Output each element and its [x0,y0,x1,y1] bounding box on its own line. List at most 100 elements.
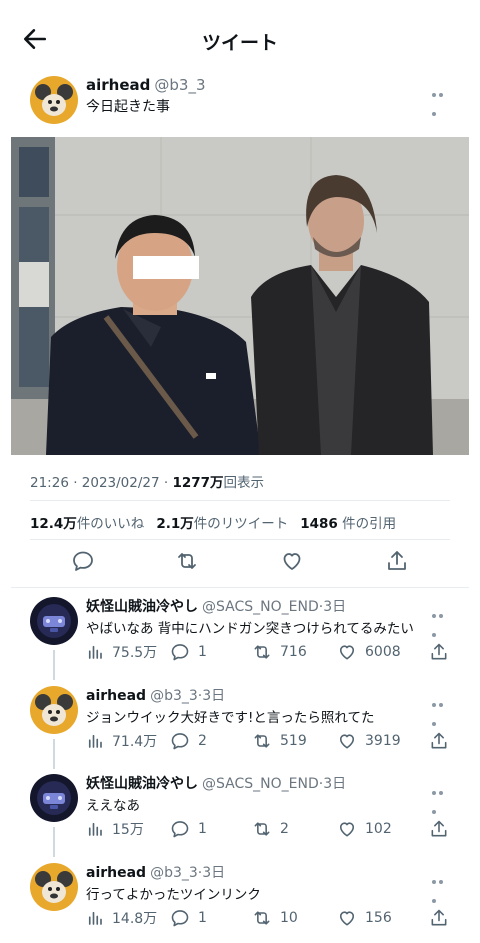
reply-tweet[interactable]: 妖怪山賊油冷やし @SACS_NO_END·3日 やばいなあ 背中にハンドガン突き… [0,587,480,675]
reply-author-handle[interactable]: @b3_3·3日 [150,865,225,881]
views-action[interactable]: 14.8万 [86,908,157,928]
views-icon [88,645,102,659]
tweet-date: 2023/02/27 [81,475,160,491]
retweet-label[interactable]: 件のリツイート [194,516,289,532]
author-handle[interactable]: @b3_3 [154,76,205,94]
avatar[interactable] [30,774,78,822]
share-action[interactable] [429,908,449,928]
reply-author-handle[interactable]: @SACS_NO_END·3日 [202,599,346,615]
retweet-icon [254,734,270,748]
like-count[interactable]: 12.4万 [30,516,77,532]
reply-icon [171,644,189,661]
reply-text: やばいなあ 背中にハンドガン突きつけられてるみたい [86,621,414,637]
views-icon [88,911,102,925]
share-icon[interactable] [385,549,409,573]
views-action[interactable]: 71.4万 [86,731,157,751]
reply-count: 1 [198,644,207,660]
retweet-icon[interactable] [175,549,199,573]
quote-count[interactable]: 1486 [300,516,338,532]
share-icon [431,643,447,660]
like-action[interactable]: 3919 [337,731,401,751]
more-options-icon[interactable] [432,869,452,903]
reply-author-name[interactable]: airhead [86,688,146,704]
avatar[interactable] [30,863,78,911]
like-action[interactable]: 156 [337,908,392,928]
mouse-avatar-icon [30,686,78,734]
like-heart-icon [339,911,355,926]
reply-action[interactable]: 1 [170,819,207,839]
tweet-photo[interactable] [11,137,469,455]
avatar[interactable] [30,76,78,124]
reply-tweet[interactable]: airhead @b3_3·3日 ジョンウイック大好きです!と言ったら照れてた 7… [0,676,480,764]
like-action[interactable]: 102 [337,819,392,839]
tweet-stats: 12.4万件のいいね 2.1万件のリツイート 1486 件の引用 [30,512,396,532]
retweet-action[interactable]: 2 [252,819,289,839]
reply-author-name[interactable]: 妖怪山賊油冷やし [86,776,198,792]
tweet-text: 今日起きた事 [86,99,170,115]
dark-avatar-icon [30,774,78,822]
views-count: 75.5万 [112,645,158,661]
reply-count: 1 [198,821,207,837]
share-icon [431,820,447,837]
like-heart-icon [339,734,355,749]
like-count: 102 [365,821,392,837]
reply-tweet[interactable]: airhead @b3_3·3日 行ってよかったツインリンク 14.8万 1 10… [0,853,480,941]
retweet-count[interactable]: 2.1万 [156,516,193,532]
share-icon [431,909,447,926]
author-name[interactable]: airhead [86,76,150,94]
like-heart-icon [339,822,355,837]
like-count: 156 [365,910,392,926]
like-count: 3919 [365,733,401,749]
retweet-count: 10 [280,910,298,926]
views-action[interactable]: 15万 [86,819,144,839]
more-options-icon[interactable] [432,780,452,814]
reply-text: 行ってよかったツインリンク [86,887,261,903]
more-options-icon[interactable] [432,82,452,116]
views-action[interactable]: 75.5万 [86,642,157,662]
action-bar [0,549,480,579]
reply-tweet[interactable]: 妖怪山賊油冷やし @SACS_NO_END·3日 ええなあ 15万 1 2 102 [0,764,480,852]
author-row: airhead @b3_3 [86,76,205,94]
reply-author-name[interactable]: 妖怪山賊油冷やし [86,599,198,615]
share-action[interactable] [429,819,449,839]
views-count: 15万 [112,822,144,838]
reply-action-bar: 15万 1 2 102 [86,819,456,841]
reply-text: ジョンウイック大好きです!と言ったら照れてた [86,710,375,726]
more-options-icon[interactable] [432,603,452,637]
reply-header: 妖怪山賊油冷やし @SACS_NO_END·3日 [86,596,346,616]
avatar[interactable] [30,686,78,734]
avatar[interactable] [30,597,78,645]
more-options-icon[interactable] [432,692,452,726]
reply-icon [171,910,189,927]
reply-action[interactable]: 1 [170,908,207,928]
share-icon [431,732,447,749]
retweet-action[interactable]: 716 [252,642,307,662]
view-count: 1277万 [172,475,224,491]
like-action[interactable]: 6008 [337,642,401,662]
photo-image [11,137,469,455]
reply-action[interactable]: 2 [170,731,207,751]
view-label: 回表示 [223,475,265,491]
reply-author-handle[interactable]: @b3_3·3日 [150,688,225,704]
retweet-icon [254,822,270,836]
retweet-count: 519 [280,733,307,749]
reply-action-bar: 71.4万 2 519 3919 [86,731,456,753]
like-label[interactable]: 件のいいね [77,516,145,532]
views-icon [88,822,102,836]
reply-action-bar: 75.5万 1 716 6008 [86,642,456,664]
mouse-avatar-icon [30,863,78,911]
reply-icon[interactable] [71,549,95,573]
quote-label[interactable]: 件の引用 [342,516,396,532]
reply-action[interactable]: 1 [170,642,207,662]
retweet-action[interactable]: 10 [252,908,298,928]
reply-icon [171,733,189,750]
reply-author-name[interactable]: airhead [86,865,146,881]
divider [30,539,450,540]
retweet-count: 716 [280,644,307,660]
share-action[interactable] [429,642,449,662]
reply-author-handle[interactable]: @SACS_NO_END·3日 [202,776,346,792]
like-heart-icon[interactable] [280,549,304,573]
share-action[interactable] [429,731,449,751]
views-count: 14.8万 [112,911,158,927]
retweet-action[interactable]: 519 [252,731,307,751]
